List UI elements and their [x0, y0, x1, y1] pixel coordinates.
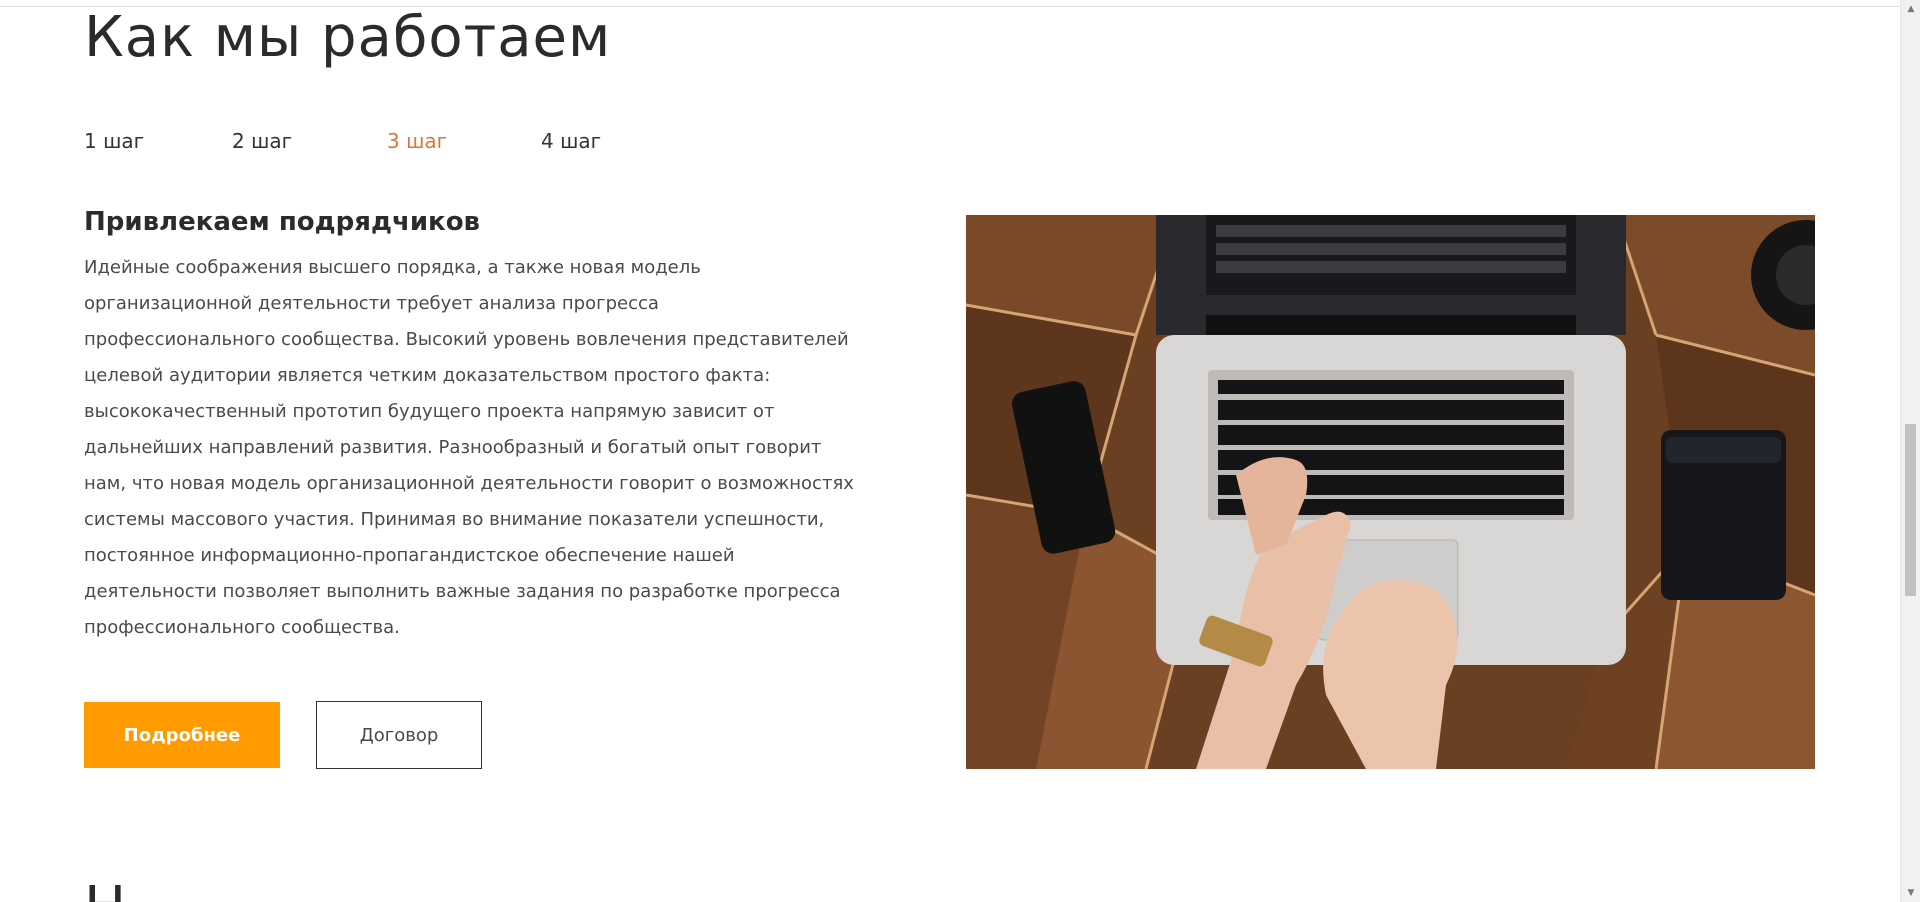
step-title: Привлекаем подрядчиков	[84, 207, 481, 237]
caret-down-icon[interactable]: ▼	[1901, 884, 1920, 902]
page: Как мы работаем 1 шаг 2 шаг 3 шаг 4 шаг …	[0, 0, 1900, 902]
step-tab-3[interactable]: 3 шаг	[387, 126, 541, 156]
laptop-photo	[966, 215, 1815, 769]
scroll-thumb[interactable]	[1905, 424, 1916, 596]
laptop-illustration	[966, 215, 1815, 769]
step-description: Идейные соображения высшего порядка, а т…	[84, 257, 854, 638]
steps-nav: 1 шаг 2 шаг 3 шаг 4 шаг	[84, 126, 601, 156]
section-title: Как мы работаем	[84, 5, 612, 70]
step-tab-2[interactable]: 2 шаг	[232, 126, 387, 156]
next-section-title: Н	[84, 872, 126, 902]
step-tab-1[interactable]: 1 шаг	[84, 126, 232, 156]
step-tab-4[interactable]: 4 шаг	[541, 126, 601, 156]
caret-up-icon[interactable]: ▲	[1901, 0, 1920, 18]
scrollbar[interactable]: ▲ ▼	[1900, 0, 1920, 902]
contract-button[interactable]: Договор	[316, 701, 482, 769]
more-button[interactable]: Подробнее	[84, 702, 280, 768]
